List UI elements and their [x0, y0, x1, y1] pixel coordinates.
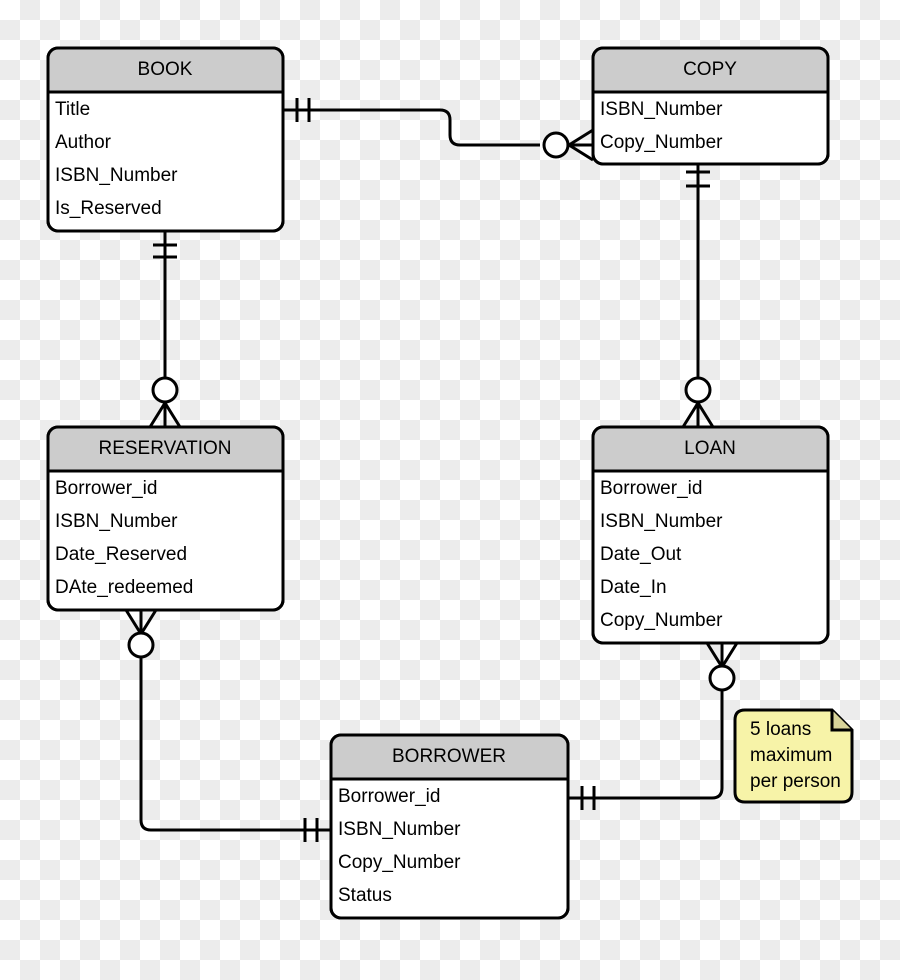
- entity-borrower-attr-3: Status: [338, 885, 392, 906]
- note-line-1: maximum: [750, 745, 832, 766]
- entity-reservation-title: RESERVATION: [98, 438, 231, 459]
- entity-loan-title: LOAN: [684, 438, 736, 459]
- entity-loan[interactable]: LOAN Borrower_id ISBN_Number Date_Out Da…: [591, 425, 830, 645]
- entity-loan-attr-4: Copy_Number: [600, 610, 723, 631]
- connector-book-copy-line: [283, 108, 540, 147]
- entity-borrower-title: BORROWER: [392, 746, 506, 767]
- entity-book-attr-0: Title: [55, 99, 90, 120]
- entity-reservation[interactable]: RESERVATION Borrower_id ISBN_Number Date…: [46, 425, 285, 612]
- note-fold-icon: [830, 710, 852, 732]
- note-line-0: 5 loans: [750, 719, 811, 740]
- crowsfoot-book-reservation: [148, 400, 182, 428]
- connector-book-reservation[interactable]: [148, 231, 182, 428]
- circle-reservation-borrower: [127, 631, 155, 659]
- er-diagram: BOOK Title Author ISBN_Number Is_Reserve…: [46, 46, 854, 920]
- entity-loan-attr-0: Borrower_id: [600, 478, 702, 499]
- circle-book-copy: [542, 131, 570, 159]
- entity-loan-attr-1: ISBN_Number: [600, 511, 723, 532]
- entity-copy[interactable]: COPY ISBN_Number Copy_Number: [591, 46, 830, 166]
- entity-copy-title: COPY: [683, 59, 737, 80]
- entity-reservation-attr-2: Date_Reserved: [55, 544, 187, 565]
- entity-reservation-attr-1: ISBN_Number: [55, 511, 178, 532]
- entity-book-title: BOOK: [138, 59, 193, 80]
- circle-copy-loan: [684, 376, 712, 404]
- circle-book-reservation: [151, 376, 179, 404]
- entity-book-attr-3: Is_Reserved: [55, 198, 162, 219]
- connector-loan-borrower-line: [568, 690, 724, 800]
- crowsfoot-loan-borrower: [705, 642, 739, 670]
- entity-borrower-attr-2: Copy_Number: [338, 852, 461, 873]
- entity-loan-attr-3: Date_In: [600, 577, 667, 598]
- er-diagram-canvas: BOOK Title Author ISBN_Number Is_Reserve…: [0, 0, 900, 980]
- entity-borrower[interactable]: BORROWER Borrower_id ISBN_Number Copy_Nu…: [329, 733, 570, 920]
- entity-loan-attr-2: Date_Out: [600, 544, 682, 565]
- entity-copy-attr-0: ISBN_Number: [600, 99, 723, 120]
- crowsfoot-copy-loan: [681, 400, 715, 428]
- entity-copy-attr-1: Copy_Number: [600, 132, 723, 153]
- connector-reservation-borrower-line: [139, 657, 331, 832]
- circle-loan-borrower: [708, 664, 736, 692]
- entity-reservation-attr-0: Borrower_id: [55, 478, 157, 499]
- connector-loan-borrower[interactable]: [568, 642, 739, 810]
- entity-borrower-attr-0: Borrower_id: [338, 786, 440, 807]
- entity-book-attr-2: ISBN_Number: [55, 165, 178, 186]
- loan-limit-note[interactable]: 5 loans maximum per person: [733, 708, 854, 804]
- connector-book-copy[interactable]: [283, 98, 594, 162]
- note-line-2: per person: [750, 771, 841, 792]
- entity-borrower-attr-1: ISBN_Number: [338, 819, 461, 840]
- crowsfoot-book-copy: [566, 128, 594, 162]
- connector-copy-loan[interactable]: [681, 164, 715, 428]
- entity-reservation-attr-3: DAte_redeemed: [55, 577, 193, 598]
- entity-book[interactable]: BOOK Title Author ISBN_Number Is_Reserve…: [46, 46, 285, 233]
- entity-book-attr-1: Author: [55, 132, 112, 153]
- connector-reservation-borrower[interactable]: [124, 609, 331, 842]
- crowsfoot-reservation-borrower: [124, 609, 158, 637]
